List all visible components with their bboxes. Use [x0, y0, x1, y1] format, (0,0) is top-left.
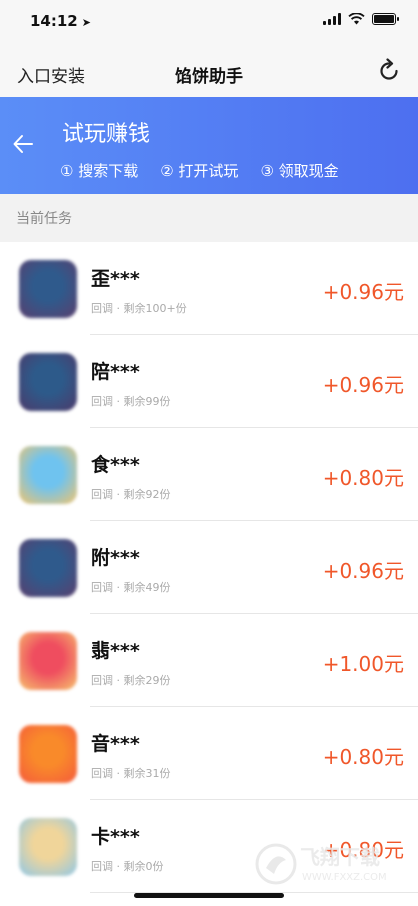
- app-icon: [19, 725, 77, 783]
- task-row[interactable]: 翡*** 回调 · 剩余29份 +1.00元: [0, 614, 418, 707]
- task-row[interactable]: 歪*** 回调 · 剩余100+份 +0.96元: [0, 242, 418, 335]
- status-icons: [323, 13, 399, 25]
- task-reward: +0.80元: [322, 745, 404, 769]
- signal-icon: [323, 13, 341, 25]
- task-meta: 回调 · 剩余100+份: [91, 302, 187, 315]
- task-meta: 回调 · 剩余29份: [91, 674, 171, 687]
- task-reward: +0.80元: [322, 466, 404, 490]
- task-name: 陪***: [91, 361, 140, 383]
- nav-bar: 入口安装 馅饼助手: [0, 44, 418, 97]
- app-icon: [19, 632, 77, 690]
- wifi-icon: [348, 13, 365, 25]
- task-name: 翡***: [91, 640, 140, 662]
- app-icon: [19, 818, 77, 876]
- watermark-brand: 飞翔下载: [300, 845, 380, 869]
- task-reward: +0.96元: [322, 280, 404, 304]
- task-row[interactable]: 陪*** 回调 · 剩余99份 +0.96元: [0, 335, 418, 428]
- location-icon: ➤: [81, 16, 91, 29]
- task-reward: +1.00元: [322, 652, 404, 676]
- task-list: 歪*** 回调 · 剩余100+份 +0.96元 陪*** 回调 · 剩余99份…: [0, 242, 418, 893]
- task-name: 歪***: [91, 268, 140, 290]
- task-reward: +0.96元: [322, 373, 404, 397]
- status-bar: 14:12 ➤: [0, 0, 418, 44]
- home-indicator: [134, 893, 284, 898]
- refresh-icon[interactable]: [376, 58, 402, 84]
- app-icon: [19, 539, 77, 597]
- step-search-download: ① 搜索下载: [60, 162, 139, 180]
- app-icon: [19, 353, 77, 411]
- banner-steps: ① 搜索下载 ② 打开试玩 ③ 领取现金: [60, 160, 339, 181]
- watermark-url: WWW.FXXZ.COM: [302, 872, 387, 883]
- task-row[interactable]: 食*** 回调 · 剩余92份 +0.80元: [0, 428, 418, 521]
- page-title: 馅饼助手: [175, 67, 243, 87]
- step-open-trial: ② 打开试玩: [160, 162, 239, 180]
- task-row[interactable]: 音*** 回调 · 剩余31份 +0.80元: [0, 707, 418, 800]
- status-time: 14:12 ➤: [30, 12, 91, 30]
- task-name: 音***: [91, 733, 140, 755]
- section-header: 当前任务: [0, 194, 418, 242]
- task-reward: +0.96元: [322, 559, 404, 583]
- task-name: 食***: [91, 454, 140, 476]
- task-meta: 回调 · 剩余99份: [91, 395, 171, 408]
- task-meta: 回调 · 剩余0份: [91, 860, 164, 873]
- back-arrow-icon[interactable]: [12, 133, 34, 155]
- app-icon: [19, 260, 77, 318]
- task-meta: 回调 · 剩余92份: [91, 488, 171, 501]
- task-name: 卡***: [91, 826, 140, 848]
- task-meta: 回调 · 剩余31份: [91, 767, 171, 780]
- trial-banner: 试玩赚钱 ① 搜索下载 ② 打开试玩 ③ 领取现金: [0, 97, 418, 194]
- app-icon: [19, 446, 77, 504]
- task-row[interactable]: 附*** 回调 · 剩余49份 +0.96元: [0, 521, 418, 614]
- task-name: 附***: [91, 547, 140, 569]
- section-title: 当前任务: [16, 211, 72, 227]
- watermark-logo: 飞翔下载 WWW.FXXZ.COM: [255, 843, 387, 885]
- banner-title: 试玩赚钱: [62, 122, 151, 147]
- task-meta: 回调 · 剩余49份: [91, 581, 171, 594]
- battery-icon: [372, 13, 399, 25]
- step-claim-cash: ③ 领取现金: [260, 162, 339, 180]
